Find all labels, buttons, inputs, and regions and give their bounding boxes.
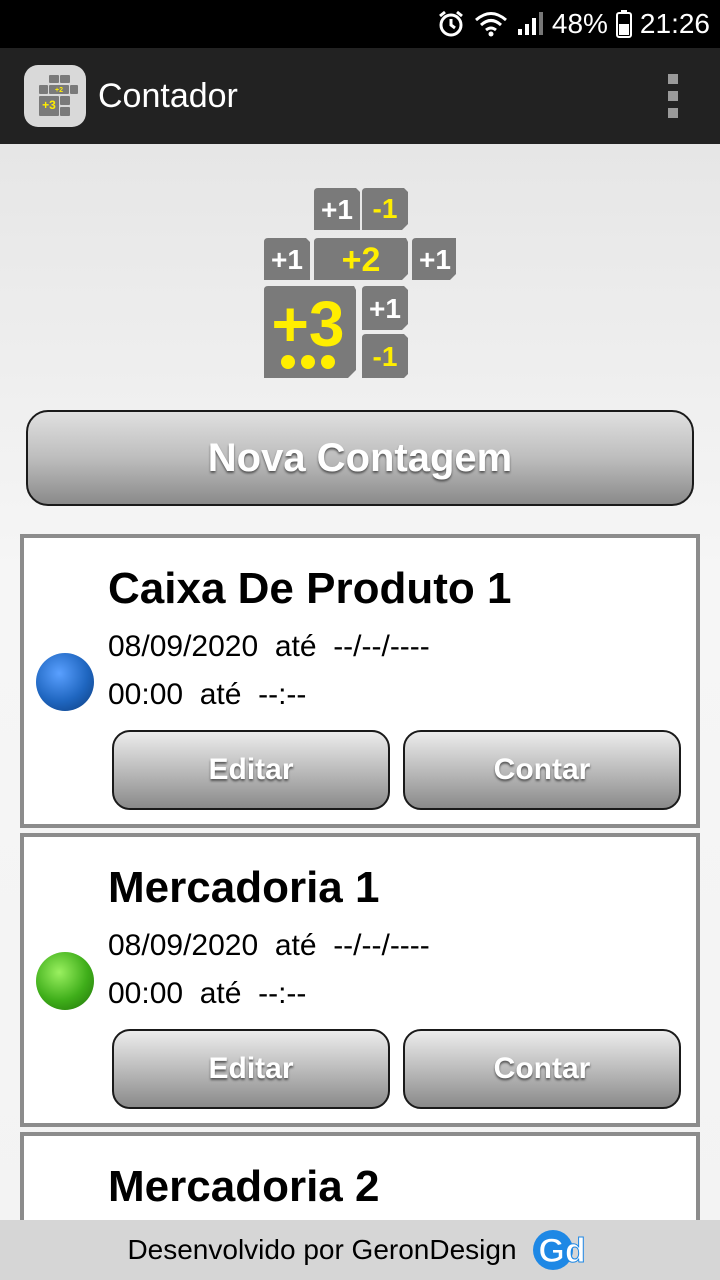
wifi-icon	[474, 0, 508, 48]
count-name: Caixa De Produto 1	[108, 564, 512, 613]
counter-logo: +1 -1 +1 +2 +1 +3 +1 -1	[260, 184, 460, 384]
logo-tile-1: +1	[321, 194, 353, 225]
developer-credit: Desenvolvido por GeronDesign	[127, 1234, 517, 1265]
date-range: 08/09/2020 até --/--/----	[108, 630, 430, 663]
battery-icon	[615, 0, 632, 48]
logo-tile-5: +1	[419, 244, 451, 275]
count-card: Mercadoria 2	[20, 1132, 700, 1220]
count-name: Mercadoria 1	[108, 863, 380, 912]
signal-icon	[516, 0, 544, 48]
time-range: 00:00 até --:--	[108, 977, 307, 1010]
main-content: +1 -1 +1 +2 +1 +3 +1 -1 Nova Contagem Ca…	[0, 144, 720, 1220]
status-indicator-blue	[36, 653, 94, 711]
count-button[interactable]: Contar	[403, 730, 681, 810]
alarm-icon	[436, 0, 466, 48]
logo-tile-3: +1	[271, 244, 303, 275]
count-card: Caixa De Produto 1 08/09/2020 até --/--/…	[20, 534, 700, 828]
date-range: 08/09/2020 até --/--/----	[108, 929, 430, 962]
battery-percentage: 48%	[551, 8, 608, 39]
count-name: Mercadoria 2	[108, 1162, 380, 1211]
app-bar: +3 +2 Contador	[0, 48, 720, 144]
count-card: Mercadoria 1 08/09/2020 até --/--/---- 0…	[20, 833, 700, 1127]
logo-tile-2: -1	[373, 193, 398, 224]
logo-tile-4: +2	[342, 241, 381, 279]
new-count-button[interactable]: Nova Contagem	[26, 410, 694, 506]
clock: 21:26	[639, 8, 710, 39]
app-logo-icon: +3 +2	[24, 65, 86, 127]
logo-tile-6: +3	[272, 288, 345, 360]
count-button[interactable]: Contar	[403, 1029, 681, 1109]
status-indicator-green	[36, 952, 94, 1010]
logo-tile-7: +1	[369, 293, 401, 324]
edit-button[interactable]: Editar	[112, 730, 390, 810]
logo-tile-8: -1	[373, 341, 398, 372]
gd-logo-text: Gd	[538, 1232, 585, 1270]
svg-text:+3: +3	[42, 98, 56, 112]
svg-text:+2: +2	[55, 87, 63, 94]
gerondesign-logo[interactable]: Gd	[531, 1226, 593, 1274]
status-bar: 48% 21:26	[0, 0, 720, 48]
edit-button[interactable]: Editar	[112, 1029, 390, 1109]
overflow-menu-icon[interactable]	[666, 74, 680, 118]
app-title: Contador	[98, 76, 238, 115]
time-range: 00:00 até --:--	[108, 678, 307, 711]
footer: Desenvolvido por GeronDesign Gd	[0, 1220, 720, 1280]
